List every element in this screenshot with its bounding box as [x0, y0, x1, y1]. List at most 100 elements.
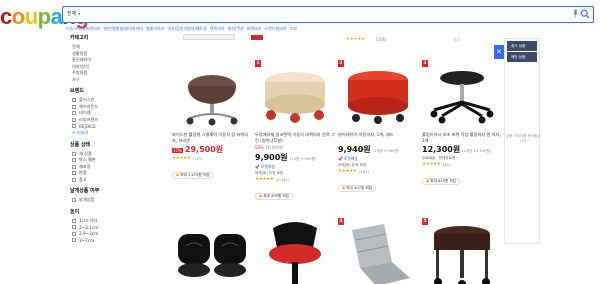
- filter-option-label: 날개상품: [79, 197, 95, 203]
- header: coupang 전체▾ 이동식의자/바퀴의자발판/발받침대/의자커버발물이의자의…: [0, 0, 600, 36]
- related-search-link[interactable]: 이동식의자/바퀴의자: [66, 26, 100, 31]
- product-name[interactable]: 와이드한 롤링형 스윙체어 이동식 장 바퀴의자, 브라운: [172, 132, 252, 143]
- search-icon[interactable]: [580, 9, 590, 19]
- filter-option[interactable]: 중고: [70, 177, 134, 184]
- product-image[interactable]: 5: [422, 218, 502, 284]
- rating-count: (41): [442, 162, 451, 167]
- related-search-link[interactable]: 목욕의자: [210, 26, 225, 31]
- show-more-link[interactable]: + 더보기: [70, 130, 134, 137]
- previous-row-strip: ★★★★★ (336) 광고: [164, 32, 502, 48]
- product-card[interactable]: 3 롤링이어시 보조 바퀴 작업 롤링의자 원 의자, 1개 12,300원 (1개당…: [422, 60, 502, 186]
- cashback-badge: ● 최대 495원 적립: [255, 193, 293, 200]
- filter-section-brand: 브랜드 플리스빈 체어라운드 데이엔 리빙프렌즈 REJOICE + 더보기: [70, 87, 134, 137]
- product-card[interactable]: [172, 218, 252, 284]
- product-image[interactable]: [172, 218, 252, 284]
- filter-option-label: 박스 훼손: [79, 157, 96, 163]
- checkbox[interactable]: [72, 117, 76, 122]
- ad-placeholder-text: 상품 이미지를 준비중입니다: [505, 134, 541, 143]
- checkbox[interactable]: [72, 171, 76, 176]
- filter-option-label: 3~7cm: [79, 237, 95, 243]
- unit-price: (1개당 12,300원): [462, 149, 491, 153]
- related-search-link[interactable]: 의자/등받이방석/매트용: [167, 26, 207, 31]
- close-icon[interactable]: ✕: [494, 45, 504, 59]
- checkbox[interactable]: [72, 238, 76, 243]
- product-card[interactable]: 4: [338, 218, 418, 284]
- logo-letter: c: [0, 4, 12, 29]
- product-card[interactable]: [255, 218, 335, 284]
- product-card[interactable]: 와이드한 롤링형 스윙체어 이동식 장 바퀴의자, 브라운 17% 29,500원 ★…: [172, 60, 252, 180]
- rocket-delivery-badge: 🚀 로켓배송: [338, 156, 358, 161]
- original-price-value: 16,900원: [265, 145, 283, 150]
- sale-price: 9,900원: [255, 153, 288, 162]
- rating-stars: ★★★★★: [172, 156, 191, 161]
- product-name[interactable]: 두랑에이체 일코렌택 이동식 바퀴의자 원목 그린 (원목나무발): [255, 132, 335, 143]
- product-image[interactable]: 2: [338, 60, 418, 132]
- checkbox[interactable]: [72, 158, 76, 163]
- sale-price: 29,500원: [184, 145, 224, 154]
- price-row: 17% 29,500원: [172, 144, 252, 155]
- filter-section-title: 카테고리: [70, 35, 89, 41]
- product-card[interactable]: 5: [422, 218, 502, 284]
- product-image[interactable]: 1: [255, 60, 335, 132]
- rank-badge: 3: [422, 60, 428, 67]
- product-grid: 와이드한 롤링형 스윙체어 이동식 장 바퀴의자, 브라운 17% 29,500원 ★…: [164, 52, 502, 284]
- checkbox[interactable]: [72, 98, 76, 103]
- related-search-link[interactable]: 발판/발받침대/의자커버: [103, 26, 143, 31]
- checkbox[interactable]: [72, 218, 76, 223]
- filter-option-label: 의자/방석: [72, 63, 89, 69]
- filter-section-title: 날개상품 여부: [70, 188, 100, 194]
- checkbox[interactable]: [72, 225, 76, 230]
- price-row: 9,900원 (1개당 9,900원): [255, 152, 335, 163]
- filter-option-label: 반품: [79, 170, 87, 176]
- delivery-info: 무료배송 · 판매자로켓: [422, 156, 456, 160]
- filter-option-label: 새 상품: [79, 150, 92, 156]
- product-name[interactable]: 위어데이어 이동의자, 1개, 레드: [338, 132, 418, 143]
- product-name[interactable]: 롤링이어시 보조 바퀴 작업 롤링의자 원 의자, 1개: [422, 132, 502, 143]
- product-card[interactable]: 1 두랑에이체 일코렌택 이동식 바퀴의자 원목 그린 (원목나무발) 58% 16…: [255, 60, 335, 201]
- filter-option[interactable]: 날개상품: [70, 197, 134, 204]
- checkbox[interactable]: [72, 164, 76, 169]
- rank-badge: 2: [338, 60, 344, 67]
- filter-option-label: 재포장: [79, 163, 91, 169]
- rank-badge: 1: [255, 60, 261, 67]
- filter-option[interactable]: 가구: [70, 77, 134, 84]
- related-search-link[interactable]: 소파: [290, 26, 297, 31]
- checkbox[interactable]: [72, 111, 76, 116]
- product-image[interactable]: [172, 60, 252, 132]
- rank-badge: 5: [422, 218, 428, 225]
- checkbox[interactable]: [72, 151, 76, 156]
- checkbox[interactable]: [72, 124, 76, 129]
- cashback-badge: ● 최대 615원 적립: [422, 178, 460, 185]
- coupon-badge: 17%: [172, 148, 183, 153]
- related-search-link[interactable]: 방석/쿠션: [228, 26, 244, 31]
- previous-row-tag: [251, 35, 263, 40]
- microphone-icon[interactable]: [573, 9, 578, 18]
- filter-section-title: 높이: [70, 208, 80, 215]
- delivery-info: 모레(토) 도착 보장: [255, 171, 284, 175]
- ad-product-tab[interactable]: 광고 상품: [507, 41, 537, 51]
- product-image[interactable]: [255, 218, 335, 284]
- product-image[interactable]: 3: [422, 60, 502, 132]
- rating-stars: ★★★★★: [346, 37, 365, 42]
- filter-option-label: 체어라운드: [79, 103, 99, 109]
- cashback-text: 최대 1,475원 적립: [180, 173, 210, 177]
- related-search-link[interactable]: 발물이의자: [146, 26, 164, 31]
- product-card[interactable]: 2 위어데이어 이동의자, 1개, 레드 9,940원 (1개당 9,940원) 🚀 로…: [338, 60, 418, 193]
- filter-option-label: 홈인테리어: [72, 57, 92, 63]
- related-search-link[interactable]: 바퀴의자: [247, 26, 262, 31]
- search-bar[interactable]: 전체 ▾: [62, 6, 594, 23]
- suggested-product-tab[interactable]: 제안 상품: [507, 52, 537, 62]
- coin-icon: ●: [426, 179, 430, 183]
- cashback-badge: ● 최대 1,475원 적립: [172, 172, 214, 179]
- product-image[interactable]: 4: [338, 218, 418, 284]
- filter-option[interactable]: 3~7cm: [70, 237, 134, 244]
- related-search-link[interactable]: 스텐드형의자: [264, 26, 286, 31]
- cashback-text: 최대 615원 적립: [430, 179, 456, 183]
- rating-count: (336): [376, 37, 387, 42]
- coin-icon: ●: [342, 186, 346, 190]
- checkbox[interactable]: [72, 177, 76, 182]
- checkbox[interactable]: [72, 198, 76, 203]
- checkbox[interactable]: [72, 231, 76, 236]
- checkbox[interactable]: [72, 104, 76, 109]
- category-select[interactable]: 전체 ▾: [67, 10, 80, 17]
